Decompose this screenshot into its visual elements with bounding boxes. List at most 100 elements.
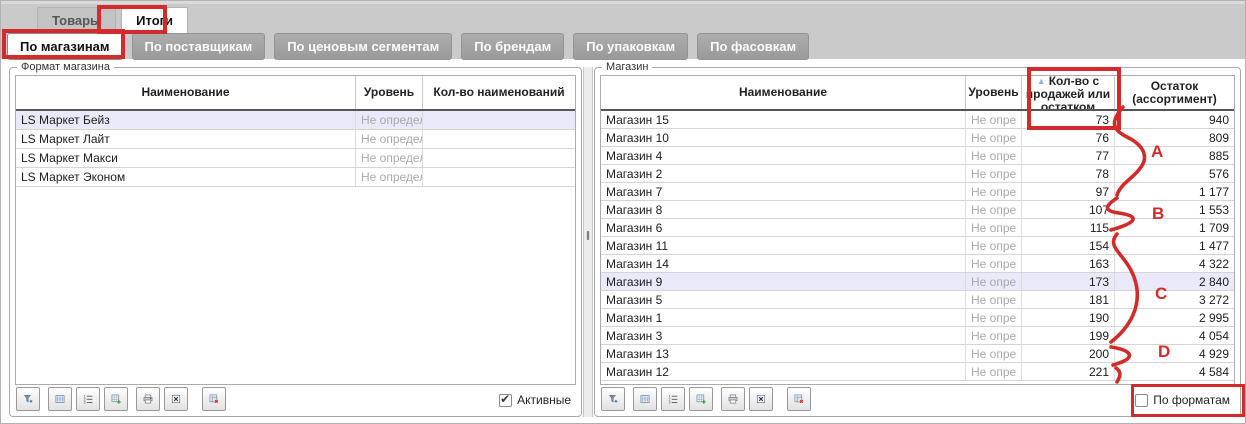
numbered-list-button[interactable]: 1 2 3: [661, 387, 685, 411]
tab-bar: ТоварыИтоги: [37, 7, 188, 33]
table-row[interactable]: Магазин 15Не опре73940: [601, 111, 1234, 129]
cell-stock: 1 477: [1115, 237, 1234, 254]
table-row[interactable]: Магазин 10Не опре76809: [601, 129, 1234, 147]
table-row[interactable]: Магазин 9Не опре1732 840: [601, 273, 1234, 291]
table-header-row: Наименование Уровень ▲Кол-во с продажей …: [601, 76, 1234, 111]
cell-count: [423, 111, 575, 129]
cell-qty: 77: [1022, 147, 1115, 164]
cell-name: Магазин 2: [601, 165, 966, 182]
cell-name: Магазин 15: [601, 111, 966, 128]
numbered-list-button[interactable]: 1 2 3: [76, 387, 100, 411]
table-row[interactable]: Магазин 8Не опре1071 553: [601, 201, 1234, 219]
column-header-stock[interactable]: Остаток (ассортимент): [1115, 76, 1234, 109]
cell-name: Магазин 8: [601, 201, 966, 218]
cell-stock: 4 929: [1115, 345, 1234, 362]
subtab-По магазинам[interactable]: По магазинам: [7, 33, 123, 60]
cell-name: Магазин 11: [601, 237, 966, 254]
cell-count: [423, 149, 575, 167]
tab-Итоги[interactable]: Итоги: [121, 7, 188, 33]
table-row[interactable]: Магазин 4Не опре77885: [601, 147, 1234, 165]
cell-qty: 73: [1022, 111, 1115, 128]
cell-name: Магазин 10: [601, 129, 966, 146]
table-remove-icon: [794, 391, 804, 407]
column-header-level[interactable]: Уровень: [356, 76, 423, 109]
table-row[interactable]: Магазин 11Не опре1541 477: [601, 237, 1234, 255]
excel-export-button[interactable]: [164, 387, 188, 411]
table-row[interactable]: Магазин 1Не опре1902 995: [601, 309, 1234, 327]
table-row[interactable]: Магазин 12Не опре2214 584: [601, 363, 1234, 381]
table-row[interactable]: Магазин 14Не опре1634 322: [601, 255, 1234, 273]
cell-count: [423, 168, 575, 186]
remove-from-table-button[interactable]: [787, 387, 811, 411]
cell-stock: 576: [1115, 165, 1234, 182]
cell-level: Не опре: [966, 165, 1022, 182]
numbered-list-icon: 1 2 3: [668, 391, 678, 407]
cell-name: Магазин 13: [601, 345, 966, 362]
subtab-По фасовкам[interactable]: По фасовкам: [697, 33, 809, 60]
filter-icon: [608, 391, 618, 407]
add-filter-button[interactable]: [601, 387, 625, 411]
subtab-По брендам[interactable]: По брендам: [461, 33, 564, 60]
cell-name: Магазин 12: [601, 363, 966, 380]
table-row[interactable]: LS Маркет БейзНе определе: [16, 111, 575, 130]
column-header-name[interactable]: Наименование: [16, 76, 356, 109]
store-table: Наименование Уровень ▲Кол-во с продажей …: [600, 75, 1235, 385]
column-header-name[interactable]: Наименование: [601, 76, 966, 109]
subtab-По упаковкам[interactable]: По упаковкам: [573, 33, 688, 60]
by-formats-checkbox-label: По форматам: [1153, 393, 1230, 407]
cell-stock: 4 584: [1115, 363, 1234, 380]
cell-qty: 154: [1022, 237, 1115, 254]
column-settings-button[interactable]: [633, 387, 657, 411]
excel-icon: [756, 391, 766, 407]
svg-text:3: 3: [669, 401, 671, 405]
table-row[interactable]: LS Маркет ЛайтНе определе: [16, 130, 575, 149]
tab-Товары[interactable]: Товары: [37, 7, 116, 33]
cell-stock: 2 840: [1115, 273, 1234, 290]
print-button[interactable]: [721, 387, 745, 411]
cell-level: Не опре: [966, 327, 1022, 344]
splitter-grip-icon[interactable]: ∥: [584, 230, 592, 241]
table-body: LS Маркет БейзНе определеLS Маркет ЛайтН…: [16, 111, 575, 187]
table-row[interactable]: LS Маркет ЭкономНе определе: [16, 168, 575, 187]
columns-icon: [640, 391, 650, 407]
print-button[interactable]: [136, 387, 160, 411]
by-formats-checkbox[interactable]: [1135, 394, 1148, 407]
remove-from-table-button[interactable]: [202, 387, 226, 411]
column-header-count[interactable]: Кол-во наименований: [423, 76, 575, 109]
add-filter-button[interactable]: [16, 387, 40, 411]
cell-stock: 4 054: [1115, 327, 1234, 344]
table-row[interactable]: Магазин 2Не опре78576: [601, 165, 1234, 183]
cell-level: Не определе: [356, 111, 423, 129]
column-header-qty[interactable]: ▲Кол-во с продажей или остатком: [1022, 76, 1115, 109]
table-row[interactable]: Магазин 6Не опре1151 709: [601, 219, 1234, 237]
table-header-row: Наименование Уровень Кол-во наименований: [16, 76, 575, 111]
subtab-bar: По магазинам По поставщикам По ценовым сег…: [7, 33, 809, 60]
active-checkbox[interactable]: [499, 394, 512, 407]
cell-level: Не опре: [966, 201, 1022, 218]
column-header-level[interactable]: Уровень: [966, 76, 1022, 109]
table-row[interactable]: Магазин 5Не опре1813 272: [601, 291, 1234, 309]
cell-level: Не опре: [966, 345, 1022, 362]
table-row[interactable]: LS Маркет МаксиНе определе: [16, 149, 575, 168]
subtab-По ценовым сегментам[interactable]: По ценовым сегментам: [274, 33, 452, 60]
cell-qty: 163: [1022, 255, 1115, 272]
cell-stock: 809: [1115, 129, 1234, 146]
store-format-panel: Формат магазина Наименование Уровень Кол…: [9, 67, 582, 417]
cell-level: Не опре: [966, 291, 1022, 308]
svg-text:3: 3: [84, 401, 86, 405]
cell-stock: 2 995: [1115, 309, 1234, 326]
cell-name: Магазин 6: [601, 219, 966, 236]
panel-splitter[interactable]: ∥: [583, 67, 593, 417]
excel-export-button[interactable]: [749, 387, 773, 411]
add-to-table-button[interactable]: [104, 387, 128, 411]
cell-qty: 115: [1022, 219, 1115, 236]
add-to-table-button[interactable]: [689, 387, 713, 411]
cell-level: Не опре: [966, 183, 1022, 200]
column-settings-button[interactable]: [48, 387, 72, 411]
subtab-По поставщикам[interactable]: По поставщикам: [132, 33, 266, 60]
table-row[interactable]: Магазин 13Не опре2004 929: [601, 345, 1234, 363]
cell-name: Магазин 14: [601, 255, 966, 272]
cell-name: Магазин 7: [601, 183, 966, 200]
table-row[interactable]: Магазин 7Не опре971 177: [601, 183, 1234, 201]
table-row[interactable]: Магазин 3Не опре1994 054: [601, 327, 1234, 345]
